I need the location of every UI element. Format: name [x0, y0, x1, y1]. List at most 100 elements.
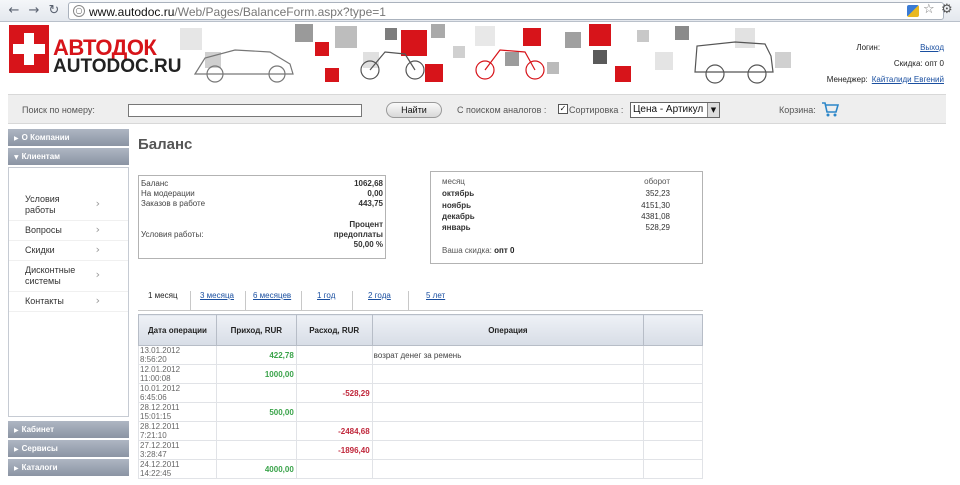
sidebar-section-company[interactable]: ▶ О Компании [8, 129, 129, 146]
turnover-row: декабрь 4381,08 [442, 212, 670, 221]
browser-toolbar: ← → ↻ ○ www.autodoc.ru/Web/Pages/Balance… [0, 0, 960, 22]
tab-divider [301, 291, 302, 311]
column-header-expense[interactable]: Расход, RUR [295, 314, 373, 346]
star-icon[interactable]: ☆ [923, 2, 935, 17]
manager-link[interactable]: Кайталиди Евгений [872, 75, 944, 84]
sidebar-item-terms[interactable]: Условия работы › [9, 190, 128, 221]
search-button[interactable]: Найти [386, 102, 442, 118]
turnover-value: 4151,30 [641, 201, 670, 210]
sidebar-section-catalogs[interactable]: ▶ Каталоги [8, 459, 129, 476]
table-row: 24.12.2011 14:22:45 4000,00 [138, 459, 703, 479]
tab-1-year[interactable]: 1 год [311, 291, 341, 311]
extra-cell [643, 440, 703, 460]
sidebar-section-label: Каталоги [21, 463, 58, 472]
expense-cell [295, 364, 373, 384]
balance-label: Заказов в работе [141, 199, 206, 208]
tab-divider [245, 291, 246, 311]
column-header-operation[interactable]: Операция [371, 314, 645, 346]
income-cell: 1000,00 [215, 364, 297, 384]
search-input[interactable] [128, 104, 362, 117]
search-label: Поиск по номеру: [22, 105, 95, 115]
globe-icon: ○ [73, 5, 85, 17]
tab-divider [190, 291, 191, 311]
turnover-month: октябрь [442, 189, 475, 198]
chevron-right-icon: › [95, 197, 100, 210]
tab-1-month[interactable]: 1 месяц [142, 291, 184, 311]
url-text[interactable]: www.autodoc.ru/Web/Pages/BalanceForm.asp… [89, 5, 386, 19]
sidebar-section-services[interactable]: ▶ Сервисы [8, 440, 129, 457]
balance-value: 443,75 [358, 199, 383, 208]
column-header-income[interactable]: Приход, RUR [215, 314, 297, 346]
cart-label: Корзина: [779, 105, 816, 115]
income-cell: 500,00 [215, 402, 297, 422]
chevron-right-icon: › [95, 268, 100, 281]
sidebar-section-clients[interactable]: ▼ Клиентам [8, 148, 129, 165]
expense-cell: -528,29 [295, 383, 373, 403]
turnover-value-header: оборот [644, 177, 670, 186]
balance-value: 0,00 [367, 189, 383, 198]
tab-5-years[interactable]: 5 лет [420, 291, 451, 311]
tab-2-years[interactable]: 2 года [362, 291, 397, 311]
sidebar-section-label: Клиентам [21, 152, 61, 161]
wrench-icon[interactable]: ⚙ [941, 2, 953, 17]
operation-cell: возрат денег за ремень [371, 345, 645, 365]
date-cell: 12.01.2012 11:00:08 [138, 364, 217, 384]
column-header-extra [643, 314, 703, 346]
balance-panel: Баланс 1062,68 На модерации 0,00 Заказов в… [138, 175, 386, 259]
turnover-value: 352,23 [645, 189, 670, 198]
sidebar-item-discounts[interactable]: Скидки › [9, 241, 128, 261]
sidebar-item-label: Скидки [25, 245, 55, 255]
search-bar: Поиск по номеру: Найти С поиском аналого… [8, 94, 946, 124]
url-host: www.autodoc.ru [89, 5, 175, 19]
sidebar-item-discount-systems[interactable]: Дисконтные системы › [9, 261, 128, 292]
sidebar-item-contacts[interactable]: Контакты › [9, 292, 128, 312]
income-cell: 4000,00 [215, 459, 297, 479]
turnover-month: ноябрь [442, 201, 472, 210]
table-header-row: Дата операции Приход, RUR Расход, RUR Оп… [138, 314, 703, 346]
income-cell: 422,78 [215, 345, 297, 365]
table-row: 28.12.2011 15:01:15 500,00 [138, 402, 703, 422]
date-cell: 13.01.2012 8:56:20 [138, 345, 217, 365]
date-cell: 24.12.2011 14:22:45 [138, 459, 217, 479]
turnover-row: октябрь 352,23 [442, 189, 670, 198]
cart-icon[interactable] [821, 101, 840, 117]
tab-3-months[interactable]: 3 месяца [194, 291, 240, 311]
discount-label: Ваша скидка: [442, 246, 492, 255]
date-cell: 28.12.2011 7:21:10 [138, 421, 217, 441]
income-cell [215, 383, 297, 403]
terms-line: 50,00 % [353, 240, 383, 249]
logout-link[interactable]: Выход [920, 43, 944, 52]
sidebar-item-label: Условия работы [25, 194, 60, 215]
extension-icon[interactable] [907, 5, 919, 17]
address-bar[interactable]: ○ www.autodoc.ru/Web/Pages/BalanceForm.a… [68, 2, 944, 20]
site-logo[interactable]: АВТОДОК AUTODOC.RU [9, 25, 181, 77]
back-icon[interactable]: ← [6, 3, 22, 19]
red-cross-icon [9, 25, 49, 73]
dropdown-arrow-icon: ▼ [707, 103, 719, 117]
table-row: 27.12.2011 3:28:47 -1896,40 [138, 440, 703, 460]
turnover-month: январь [442, 223, 471, 232]
operations-table: Дата операции Приход, RUR Расход, RUR Оп… [138, 314, 703, 479]
analogs-checkbox[interactable]: ✓ [558, 104, 568, 114]
extra-cell [643, 459, 703, 479]
sidebar-item-questions[interactable]: Вопросы › [9, 221, 128, 241]
sidebar-section-cabinet[interactable]: ▶ Кабинет [8, 421, 129, 438]
extra-cell [643, 345, 703, 365]
your-discount: Ваша скидка: опт 0 [442, 246, 514, 255]
chevron-right-icon: › [95, 222, 100, 236]
operation-cell [371, 402, 645, 422]
expense-cell: -2484,68 [295, 421, 373, 441]
sidebar-clients-menu: Условия работы › Вопросы › Скидки › Дисконт… [8, 167, 129, 417]
sidebar-section-label: О Компании [21, 133, 70, 142]
reload-icon[interactable]: ↻ [46, 3, 62, 19]
tab-6-months[interactable]: 6 месяцев [247, 291, 297, 311]
turnover-value: 4381,08 [641, 212, 670, 221]
discount-value: опт 0 [494, 246, 515, 255]
forward-icon[interactable]: → [26, 3, 42, 19]
column-header-date[interactable]: Дата операции [138, 314, 217, 346]
banner-graphic [180, 24, 791, 84]
turnover-row: январь 528,29 [442, 223, 670, 232]
triangle-right-icon: ▶ [14, 446, 19, 453]
chevron-right-icon: › [95, 293, 100, 307]
sort-select[interactable]: Цена - Артикул ▼ [630, 102, 720, 118]
